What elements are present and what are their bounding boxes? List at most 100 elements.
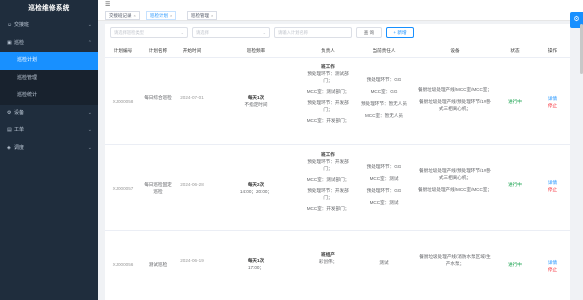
status-badge: 进行中 — [508, 262, 522, 267]
detail-link[interactable]: 详情 — [535, 259, 570, 266]
sidebar-item-inspection-stats[interactable]: 巡检统计 — [0, 87, 98, 105]
cell-device: 餐厨垃圾处理产线/预处理环节/1#卧式三相离心机； 餐厨垃圾处理产线/MCC室/… — [417, 167, 493, 193]
freq-title: 每天1次 — [247, 95, 265, 100]
cell-name: 每日综合巡检 — [144, 95, 172, 100]
query-button[interactable]: 查 询 — [356, 27, 382, 38]
sidebar-item-inspection-plan[interactable]: 巡检计划 — [0, 52, 98, 70]
cell-owner: 班组产 彩创伟； — [305, 251, 351, 265]
plan-name-input[interactable]: 请输入计划名称 — [274, 27, 352, 38]
sidebar-item-inspection[interactable]: ▣ 巡检 ⌃ — [0, 35, 98, 53]
owner-line: 预处理环节：开发部门； — [307, 188, 349, 200]
device-icon: ⚙ — [7, 109, 12, 116]
col-current: 当前责任人 — [372, 48, 396, 53]
cell-actions: 详情 停止 — [535, 179, 570, 193]
tag-inspection-plan[interactable]: 巡检计划 × — [146, 11, 177, 20]
sidebar-item-device[interactable]: ⚙ 设备 ⌄ — [0, 105, 98, 123]
sidebar-item-inspection-manage[interactable]: 巡检管理 — [0, 70, 98, 88]
cell-current: 预处理环节：GG MCC室：GG 预处理环节：暂无人员 MCC室：暂无人员 — [355, 76, 413, 119]
cell-start: 2024-06-28 — [180, 182, 204, 187]
app-root: 巡检维修系统 ☺ 交接班 ⌄ ▣ 巡检 ⌃ 巡检计划 巡检管理 巡检统计 ⚙ 设备 ⌄… — [0, 0, 583, 300]
dispatch-icon: ◈ — [7, 144, 11, 151]
hamburger-icon[interactable]: ☰ — [105, 1, 110, 8]
sidebar-item-label: 工单 — [14, 127, 25, 133]
cell-frequency: 每天2次 14:00；20:00； — [209, 181, 303, 195]
cell-owner: 班工作 预处理环节：开发部门； MCC室：测试部门； 预处理环节：开发部门； M… — [305, 151, 351, 212]
sidebar-item-order[interactable]: ▤ 工单 ⌄ — [0, 122, 98, 140]
close-icon[interactable]: × — [211, 13, 213, 18]
freq-detail: 17:00； — [247, 265, 265, 270]
check-icon: ▣ — [7, 39, 12, 46]
current-line: 预处理环节：GG — [366, 77, 402, 82]
device-line: 餐厨垃圾处理产线/MCC室/MCC室； — [417, 87, 492, 92]
cell-name: 测试巡检 — [148, 262, 168, 267]
owner-line: MCC室：开发部门； — [306, 118, 350, 123]
status-placeholder: 请选择 — [196, 30, 209, 35]
tag-handover-record[interactable]: 交接班记录 × — [105, 11, 140, 20]
owner-line: 班工作 — [321, 64, 335, 69]
col-frequency: 巡检频率 — [246, 48, 266, 53]
current-line: MCC室：测试 — [369, 176, 399, 181]
col-name: 计划名称 — [148, 48, 168, 53]
col-owner: 负责人 — [321, 48, 335, 53]
current-line: 测试 — [379, 260, 389, 265]
cell-code: XJ000057 — [112, 186, 134, 191]
cell-code: XJ000058 — [112, 99, 134, 104]
sidebar: 巡检维修系统 ☺ 交接班 ⌄ ▣ 巡检 ⌃ 巡检计划 巡检管理 巡检统计 ⚙ 设备 ⌄… — [0, 0, 98, 300]
device-line: 餐厨垃圾处理产线/MCC室/MCC室； — [417, 187, 492, 192]
chevron-down-icon: ⌄ — [180, 30, 184, 35]
user-icon: ☺ — [7, 22, 13, 28]
cell-current: 测试 — [355, 259, 413, 266]
owner-line: MCC室：开发部门； — [306, 206, 350, 211]
current-line: MCC室：GG — [370, 89, 398, 94]
plan-type-placeholder: 请选择巡检类型 — [114, 30, 145, 35]
stop-link[interactable]: 停止 — [535, 102, 570, 109]
cell-device: 餐厨垃圾处理产线/MCC室/MCC室； 餐厨垃圾处理产线/预处理环节/1#卧式三… — [417, 86, 493, 112]
col-start: 开始时间 — [182, 48, 202, 53]
owner-line: 班组产 — [321, 252, 335, 257]
detail-link[interactable]: 详情 — [535, 179, 570, 186]
freq-title: 每天2次 — [247, 182, 265, 187]
cell-code: XJ000056 — [112, 262, 134, 267]
sidebar-item-handover[interactable]: ☺ 交接班 ⌄ — [0, 17, 98, 35]
current-line: 预处理环节：GG — [366, 188, 402, 193]
cell-frequency: 每天1次 17:00； — [209, 257, 303, 271]
filter-bar: 请选择巡检类型 ⌄ 请选择 ⌄ 请输入计划名称 查 询 + 新增 — [105, 27, 570, 41]
plan-type-select[interactable]: 请选择巡检类型 ⌄ — [110, 27, 188, 38]
current-line: MCC室：暂无人员 — [364, 113, 404, 118]
table-row: XJ000058 每日综合巡检 2024-07-01 每天1次 不指定时间 班工… — [105, 58, 570, 145]
owner-line: 彩创伟； — [318, 259, 338, 264]
status-select[interactable]: 请选择 ⌄ — [192, 27, 270, 38]
status-badge: 进行中 — [508, 182, 522, 187]
tags-view: 交接班记录 × 巡检计划 × 巡检管理 × — [98, 10, 583, 21]
plan-name-placeholder: 请输入计划名称 — [278, 30, 309, 35]
sidebar-item-label: 设备 — [14, 109, 25, 116]
device-line: 餐厨垃圾处理产线/预处理环节/1#卧式三相离心机； — [419, 168, 491, 180]
current-line: 预处理环节：GG — [366, 164, 402, 169]
close-icon[interactable]: × — [170, 13, 172, 18]
stop-link[interactable]: 停止 — [535, 266, 570, 273]
stop-link[interactable]: 停止 — [535, 186, 570, 193]
chevron-down-icon: ⌄ — [87, 109, 92, 116]
freq-detail: 14:00；20:00； — [239, 189, 273, 194]
tag-label: 巡检管理 — [191, 13, 209, 18]
cell-current: 预处理环节：GG MCC室：测试 预处理环节：GG MCC室：测试 — [355, 163, 413, 206]
brand-title: 巡检维修系统 — [28, 5, 70, 12]
detail-link[interactable]: 详情 — [535, 95, 570, 102]
freq-detail: 不指定时间 — [244, 102, 268, 107]
col-status: 状态 — [510, 48, 520, 53]
tag-inspection-manage[interactable]: 巡检管理 × — [187, 11, 218, 20]
cell-actions: 详情 停止 — [535, 259, 570, 273]
order-icon: ▤ — [7, 127, 12, 133]
col-code: 计划编号 — [113, 48, 133, 53]
device-line: 餐厨垃圾处理产线/消防水泵区域/生产水泵； — [419, 254, 491, 266]
add-button[interactable]: + 新增 — [386, 27, 414, 38]
chevron-down-icon: ⌄ — [262, 30, 266, 35]
device-line: 餐厨垃圾处理产线/预处理环节/1#卧式三相离心机； — [419, 99, 491, 111]
col-device: 设备 — [450, 48, 460, 53]
cell-start: 2024-07-01 — [180, 95, 204, 100]
close-icon[interactable]: × — [134, 13, 136, 18]
cell-actions: 详情 停止 — [535, 95, 570, 109]
sidebar-item-dispatch[interactable]: ◈ 调度 ⌄ — [0, 140, 98, 158]
owner-line: 预处理环节：测试部门； — [307, 71, 349, 83]
owner-line: MCC室：测试部门； — [306, 177, 350, 182]
